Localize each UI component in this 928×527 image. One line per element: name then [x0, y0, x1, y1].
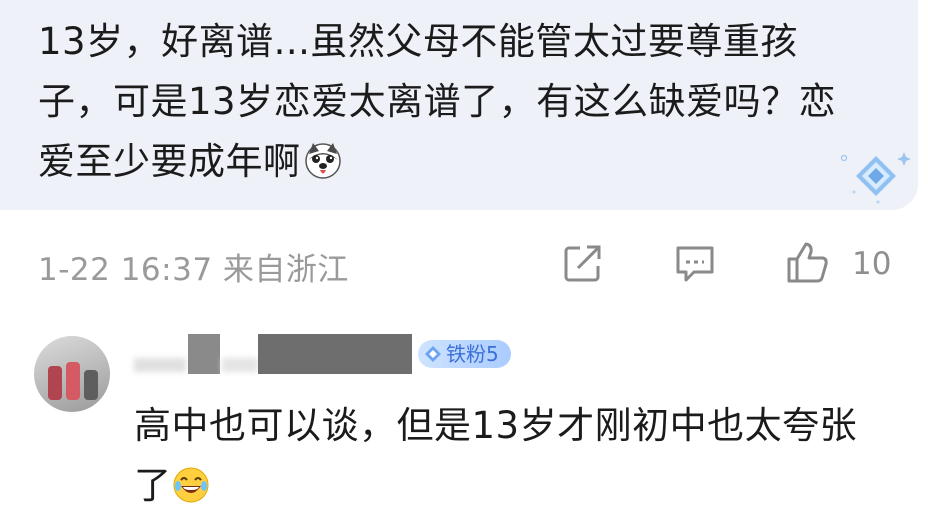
avatar[interactable] [34, 336, 110, 412]
husky-emoji-icon [303, 138, 343, 179]
username-redacted [134, 358, 186, 372]
comment-meta-row: 1-22 16:37 来自浙江 10 [0, 238, 928, 298]
comment-text: 13岁，好离谱...虽然父母不能管太过要尊重孩子，可是13岁恋爱太离谱了，有这么… [38, 20, 837, 183]
diamond-badge-icon [840, 152, 911, 204]
like-thumb-icon[interactable] [784, 240, 830, 286]
avatar-figure [84, 370, 98, 400]
share-icon[interactable] [560, 240, 606, 286]
username-redacted [222, 358, 258, 372]
fan-level-badge: 铁粉5 [418, 340, 511, 368]
reply-text: 高中也可以谈，但是13岁才刚初中也太夸张了 [134, 404, 858, 507]
comment-reply-icon[interactable] [672, 240, 718, 286]
avatar-figure [66, 362, 80, 400]
timestamp: 1-22 16:37 来自浙江 [38, 252, 349, 288]
reply-item: 铁粉5 高中也可以谈，但是13岁才刚初中也太夸张了 [0, 320, 928, 527]
username-redacted [188, 334, 220, 374]
reply-body: 高中也可以谈，但是13岁才刚初中也太夸张了 [134, 396, 894, 516]
fan-badge-label: 铁粉5 [446, 342, 499, 366]
comment-body: 13岁，好离谱...虽然父母不能管太过要尊重孩子，可是13岁恋爱太离谱了，有这么… [38, 12, 868, 192]
avatar-figure [48, 366, 62, 400]
comment-bubble: 13岁，好离谱...虽然父母不能管太过要尊重孩子，可是13岁恋爱太离谱了，有这么… [0, 0, 918, 210]
username-redacted [258, 334, 412, 374]
fan-gem-icon [425, 346, 441, 362]
laughing-emoji-icon [172, 462, 210, 503]
like-count: 10 [852, 246, 892, 282]
